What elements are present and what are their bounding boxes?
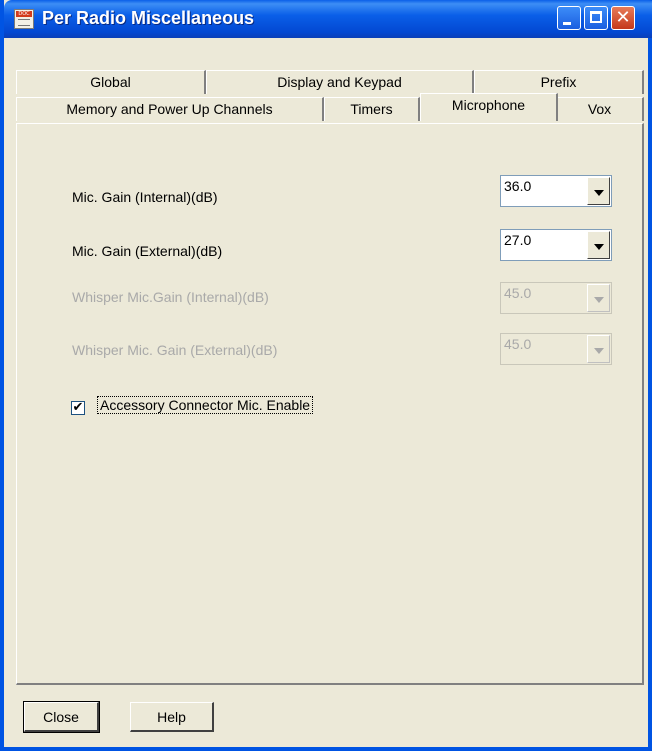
tab-timers[interactable]: Timers bbox=[324, 97, 420, 121]
whisper-mic-gain-internal-value: 45.0 bbox=[504, 285, 532, 301]
minimize-button[interactable] bbox=[557, 6, 581, 30]
maximize-button[interactable] bbox=[584, 6, 608, 30]
close-window-button[interactable]: ✕ bbox=[611, 6, 635, 30]
tab-prefix[interactable]: Prefix bbox=[474, 70, 644, 94]
whisper-mic-gain-internal-label: Whisper Mic.Gain (Internal)(dB) bbox=[72, 289, 269, 305]
tab-memory-and-power-up-channels[interactable]: Memory and Power Up Channels bbox=[16, 97, 324, 121]
document-icon[interactable]: DOC bbox=[14, 9, 34, 29]
tab-display-and-keypad[interactable]: Display and Keypad bbox=[206, 70, 474, 94]
window-title: Per Radio Miscellaneous bbox=[42, 8, 255, 28]
chevron-down-icon[interactable] bbox=[587, 177, 610, 205]
whisper-mic-gain-internal-select: 45.0 bbox=[500, 282, 612, 314]
dialog-window: DOC Per Radio Miscellaneous ✕ Global Dis… bbox=[0, 0, 652, 751]
minimize-icon bbox=[563, 22, 571, 25]
mic-gain-external-value: 27.0 bbox=[504, 232, 532, 248]
chevron-down-icon bbox=[587, 335, 610, 363]
close-button[interactable]: Close bbox=[23, 701, 100, 733]
whisper-mic-gain-external-select: 45.0 bbox=[500, 333, 612, 365]
mic-gain-external-select[interactable]: 27.0 bbox=[500, 229, 612, 261]
accessory-mic-enable-label[interactable]: Accessory Connector Mic. Enable bbox=[96, 396, 314, 414]
mic-gain-internal-select[interactable]: 36.0 bbox=[500, 175, 612, 207]
close-icon: ✕ bbox=[615, 7, 631, 28]
accessory-mic-enable-checkbox[interactable]: ✔ bbox=[71, 401, 85, 415]
tab-global[interactable]: Global bbox=[16, 70, 206, 94]
chevron-down-icon bbox=[587, 284, 610, 312]
help-button[interactable]: Help bbox=[130, 702, 214, 732]
whisper-mic-gain-external-label: Whisper Mic. Gain (External)(dB) bbox=[72, 342, 278, 358]
mic-gain-external-label: Mic. Gain (External)(dB) bbox=[72, 243, 223, 259]
whisper-mic-gain-external-value: 45.0 bbox=[504, 336, 532, 352]
mic-gain-internal-value: 36.0 bbox=[504, 178, 532, 194]
tab-vox[interactable]: Vox bbox=[556, 97, 644, 121]
title-bar[interactable]: DOC Per Radio Miscellaneous ✕ bbox=[4, 0, 652, 38]
tab-microphone[interactable]: Microphone bbox=[420, 93, 558, 121]
mic-gain-internal-label: Mic. Gain (Internal)(dB) bbox=[72, 189, 218, 205]
maximize-icon bbox=[590, 11, 602, 23]
chevron-down-icon[interactable] bbox=[587, 231, 610, 259]
